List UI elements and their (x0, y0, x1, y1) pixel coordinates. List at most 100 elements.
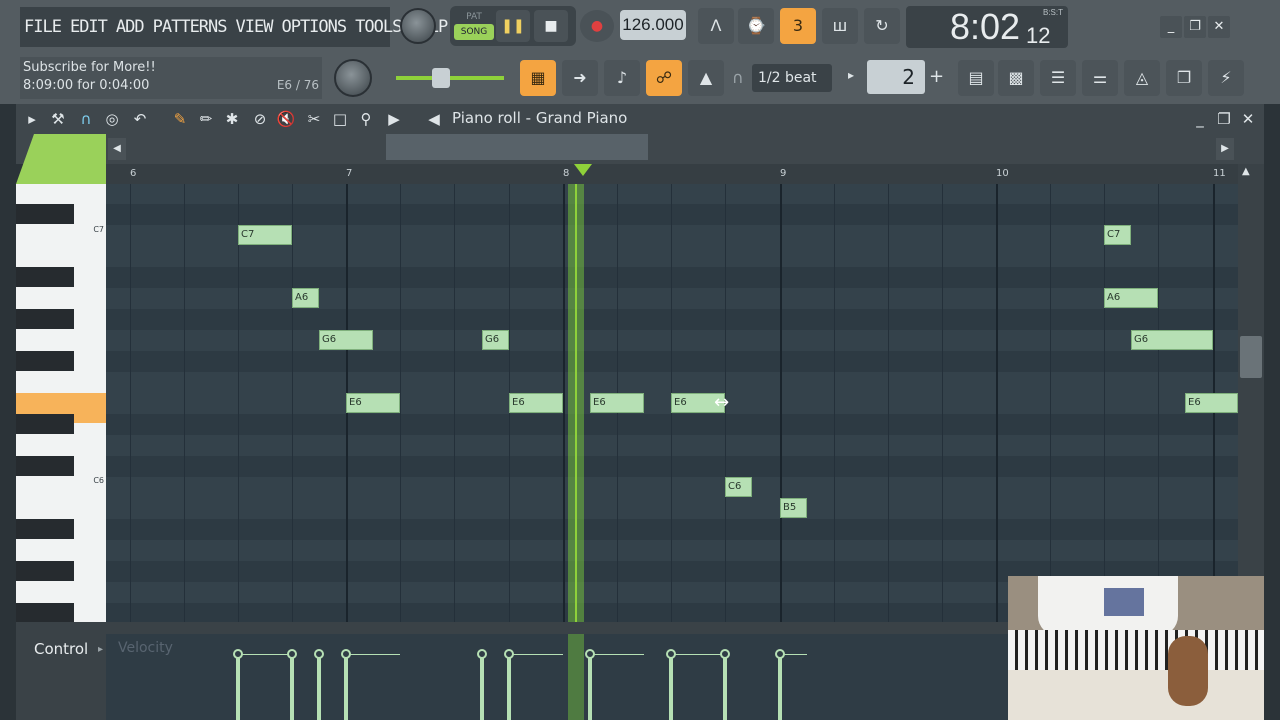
countdown-icon[interactable]: 3 (780, 8, 816, 44)
velocity-bar[interactable] (290, 654, 294, 720)
scrollbar-thumb[interactable] (1240, 336, 1262, 378)
pause-button[interactable]: ❚❚ (496, 10, 530, 42)
master-pitch-slider[interactable] (396, 76, 504, 80)
loop-record-icon[interactable]: ↻ (864, 8, 900, 44)
velocity-bar[interactable] (507, 654, 511, 720)
note[interactable]: C6 (725, 477, 752, 497)
close-icon[interactable]: ✕ (1238, 109, 1258, 129)
master-volume-knob[interactable] (400, 8, 436, 44)
black-key[interactable] (16, 456, 74, 476)
note[interactable]: A6 (1104, 288, 1158, 308)
close-icon[interactable]: ✕ (1208, 16, 1230, 38)
piano-roll-window-icon[interactable]: ▩ (998, 60, 1034, 96)
playlist-icon[interactable]: ▤ (958, 60, 994, 96)
velocity-handle[interactable] (720, 649, 730, 659)
link-icon[interactable]: ☍ (646, 60, 682, 96)
vertical-scrollbar[interactable]: ▲ (1238, 164, 1264, 622)
slider-handle[interactable] (432, 68, 450, 88)
velocity-bar[interactable] (778, 654, 782, 720)
velocity-handle[interactable] (775, 649, 785, 659)
snap-select[interactable]: 1/2 beat (752, 64, 832, 92)
quantize-icon[interactable]: ◎ (102, 109, 122, 129)
black-key[interactable] (16, 561, 74, 581)
browser-icon[interactable]: ◬ (1124, 60, 1160, 96)
arrow-right-icon[interactable]: ➜ (562, 60, 598, 96)
menu-arrow-icon[interactable]: ▸ (22, 109, 42, 129)
black-key[interactable] (16, 603, 74, 622)
note[interactable]: B5 (780, 498, 807, 518)
note[interactable]: E6 (346, 393, 400, 413)
piano-keyboard[interactable]: C7 C6 (16, 184, 106, 622)
zoom-icon[interactable]: ⚲ (356, 109, 376, 129)
pattern-number-stepper[interactable]: 2 (867, 60, 925, 94)
overview-viewport[interactable] (386, 134, 648, 160)
overview-strip[interactable]: ◀ ▶ (16, 134, 1264, 184)
record-button[interactable]: ● (580, 10, 614, 42)
undo-icon[interactable]: ↶ (130, 109, 150, 129)
note[interactable]: C7 (1104, 225, 1131, 245)
plugin-icon[interactable]: ⚡ (1208, 60, 1244, 96)
channel-rack-icon[interactable]: ☰ (1040, 60, 1076, 96)
wrench-icon[interactable]: ⚒ (48, 109, 68, 129)
wait-for-input-icon[interactable]: ⌚ (738, 8, 774, 44)
menu-add[interactable]: ADD (116, 17, 145, 37)
brush-icon[interactable]: ✏ (196, 109, 216, 129)
playhead-marker-icon[interactable] (574, 164, 592, 176)
velocity-handle[interactable] (666, 649, 676, 659)
note[interactable]: G6 (319, 330, 373, 350)
note[interactable]: G6 (482, 330, 509, 350)
black-key[interactable] (16, 414, 74, 434)
stamp-icon[interactable]: ♪ (604, 60, 640, 96)
delete-icon[interactable]: ⊘ (250, 109, 270, 129)
note[interactable]: A6 (292, 288, 319, 308)
select-icon[interactable]: □ (330, 109, 350, 129)
playback-icon[interactable]: ▶ (384, 109, 404, 129)
note-grid[interactable]: C7 A6 G6 E6 G6 E6 E6 E6 C6 B5 C7 A6 G6 E… (106, 184, 1238, 622)
velocity-handle[interactable] (314, 649, 324, 659)
note[interactable]: E6 (509, 393, 563, 413)
pitch-knob[interactable] (334, 59, 372, 97)
menu-view[interactable]: VIEW (236, 17, 274, 37)
eraser-icon[interactable]: ✱ (222, 109, 242, 129)
restore-icon[interactable]: ❐ (1214, 109, 1234, 129)
pat-song-switch[interactable]: PAT SONG (454, 10, 494, 42)
velocity-bar[interactable] (344, 654, 348, 720)
minimize-icon[interactable]: _ (1160, 16, 1182, 38)
black-key[interactable] (16, 351, 74, 371)
velocity-bar[interactable] (317, 654, 321, 720)
time-ruler[interactable]: 6 7 8 9 10 11 (106, 164, 1238, 184)
pencil-icon[interactable]: ✎ (170, 109, 190, 129)
velocity-bar[interactable] (236, 654, 240, 720)
magnet-snap-icon[interactable]: ∩ (76, 109, 96, 129)
velocity-lane[interactable] (106, 634, 1008, 720)
menu-patterns[interactable]: PATTERNS (153, 17, 228, 37)
velocity-handle[interactable] (341, 649, 351, 659)
velocity-handle[interactable] (477, 649, 487, 659)
velocity-handle[interactable] (233, 649, 243, 659)
menu-file[interactable]: FILE (24, 17, 62, 37)
velocity-bar[interactable] (480, 654, 484, 720)
mute-icon[interactable]: 🔇 (276, 109, 296, 129)
velocity-handle[interactable] (504, 649, 514, 659)
black-key[interactable] (16, 267, 74, 287)
scroll-up-icon[interactable]: ▲ (1242, 166, 1250, 177)
black-key[interactable] (16, 309, 74, 329)
black-key[interactable] (16, 204, 74, 224)
stepper-left-arrow-icon[interactable]: ▸ (848, 68, 854, 82)
note[interactable]: E6 (1185, 393, 1238, 413)
velocity-bar[interactable] (669, 654, 673, 720)
velocity-handle[interactable] (287, 649, 297, 659)
plus-icon[interactable]: + (929, 66, 944, 87)
slice-icon[interactable]: ✂ (304, 109, 324, 129)
metronome-icon[interactable]: Λ (698, 8, 734, 44)
velocity-handle[interactable] (585, 649, 595, 659)
control-label[interactable]: Control (34, 640, 88, 658)
mixer-icon[interactable]: ⚌ (1082, 60, 1118, 96)
scroll-left-icon[interactable]: ◀ (108, 138, 126, 160)
piano-roll-icon[interactable]: ▦ (520, 60, 556, 96)
speaker-icon[interactable]: ◀ (424, 109, 444, 129)
step-edit-icon[interactable]: ш (822, 8, 858, 44)
menu-options[interactable]: OPTIONS (281, 17, 347, 37)
black-key[interactable] (16, 519, 74, 539)
restore-icon[interactable]: ❐ (1184, 16, 1206, 38)
